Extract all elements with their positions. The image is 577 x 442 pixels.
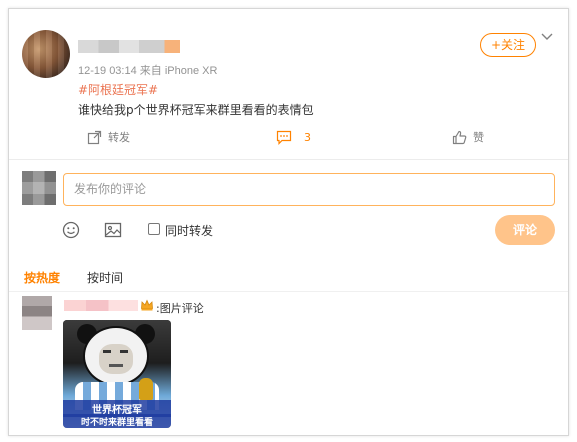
repost-option-label[interactable]: 同时转发: [165, 222, 213, 239]
topic-hashtag[interactable]: #阿根廷冠军#: [78, 81, 158, 98]
divider: [9, 159, 568, 160]
commenter-avatar[interactable]: [22, 296, 52, 330]
author-avatar[interactable]: [22, 30, 70, 78]
post-text: 谁快给我p个世界杯冠军来群里看看的表情包: [78, 103, 314, 117]
like-action[interactable]: 赞: [452, 129, 484, 145]
comment-tag: :图片评论: [156, 302, 204, 315]
submit-comment-button[interactable]: 评论: [495, 215, 555, 245]
meme-face: [99, 344, 133, 374]
comment-action[interactable]: 3: [276, 129, 311, 145]
emoji-icon[interactable]: [62, 221, 80, 239]
comment-input[interactable]: 发布你的评论: [63, 173, 555, 206]
chevron-down-icon[interactable]: [541, 32, 553, 42]
current-user-avatar: [22, 171, 56, 205]
tab-sort-hot[interactable]: 按热度: [24, 269, 60, 286]
author-name-redacted[interactable]: [78, 40, 180, 53]
meme-eye: [103, 350, 111, 353]
tab-sort-time[interactable]: 按时间: [87, 269, 123, 286]
meme-eye: [120, 350, 128, 353]
repost-icon: [87, 130, 102, 144]
repost-label: 转发: [108, 131, 130, 144]
comment-count: 3: [304, 130, 311, 144]
repost-checkbox[interactable]: [148, 223, 160, 235]
meme-mouth: [109, 364, 123, 367]
follow-button[interactable]: +关注: [480, 33, 536, 57]
crown-badge-icon: [141, 299, 153, 311]
commenter-name-redacted[interactable]: [64, 300, 138, 311]
divider: [9, 291, 568, 292]
post-meta: 12-19 03:14 来自 iPhone XR: [78, 65, 218, 77]
image-icon[interactable]: [104, 221, 122, 239]
meme-caption-2: 时不时来群里看看: [63, 414, 171, 428]
comment-icon: [276, 130, 292, 145]
trophy-icon: [139, 378, 153, 400]
thumbs-up-icon: [452, 130, 467, 144]
repost-action[interactable]: 转发: [87, 129, 130, 145]
comment-image[interactable]: 世界杯冠军 时不时来群里看看: [63, 320, 171, 428]
like-label: 赞: [473, 131, 484, 144]
